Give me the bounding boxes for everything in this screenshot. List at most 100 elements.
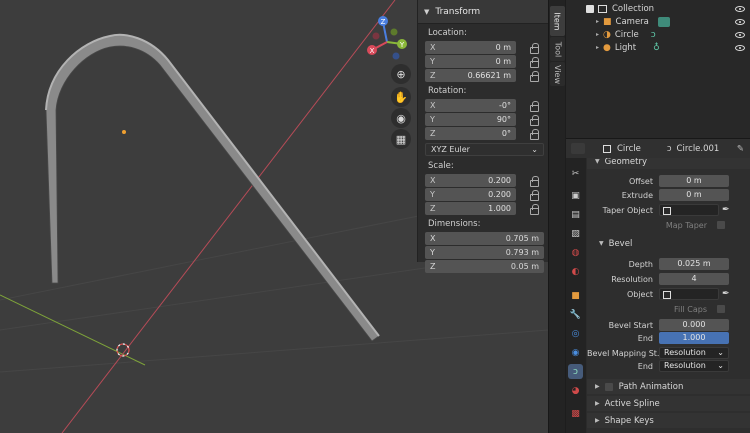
eyedropper-icon[interactable]: ✒ [722,204,732,216]
shape-keys-section-header[interactable]: ▶ Shape Keys [587,413,750,428]
object-name[interactable]: Circle [617,144,641,154]
material-tab-icon[interactable]: ◕ [568,383,583,398]
particles-tab-icon[interactable]: ◎ [568,326,583,341]
checkbox-icon[interactable] [586,4,594,13]
camera-icon: ■ [603,16,612,27]
gizmo-y-label: Y [399,41,405,49]
rotation-z-field[interactable]: Z 0° [425,127,516,140]
properties-tabs: ✂ ▣ ▤ ▨ ◍ ◐ ■ 🔧 ◎ ◉ ↄ ◕ ▩ [566,158,586,433]
pin-icon[interactable]: ✎ [737,144,744,154]
tab-tool[interactable]: Tool [550,37,565,61]
mapping-end-dropdown[interactable]: Resolution ⌄ [659,360,729,372]
output-tab-icon[interactable]: ▤ [568,207,583,222]
outliner: Collection ▸ ■ Camera ▸ ◑ Circle ↄ ▸ ● L… [566,0,750,138]
expand-triangle-icon[interactable]: ▸ [596,18,599,25]
expand-triangle-icon[interactable]: ▸ [596,44,599,51]
depth-field[interactable]: 0.025 m [659,258,729,270]
lock-icon[interactable] [529,128,539,140]
x-axis-line [61,0,396,433]
texture-tab-icon[interactable]: ▩ [568,406,583,421]
lock-icon[interactable] [529,100,539,112]
bevel-object-field[interactable] [659,288,719,300]
path-animation-section-header[interactable]: ▶ Path Animation [587,379,750,394]
expand-triangle-icon: ▶ [595,417,600,424]
mapping-end-row: End Resolution ⌄ [587,360,750,372]
curve-data-icon: ↄ [666,143,672,154]
curve-icon: ◑ [603,29,611,40]
fill-caps-checkbox[interactable] [717,305,725,313]
camera-view-icon[interactable]: ◉ [391,108,411,128]
3d-viewport[interactable]: Z Y X ⊕ ✋ ◉ ▦ ▼ Transform Location: X0 m… [0,0,548,433]
map-taper-checkbox[interactable] [717,221,725,229]
bevel-start-field[interactable]: 0.000 [659,319,729,331]
offset-field[interactable]: 0 m [659,175,729,187]
bevel-end-field[interactable]: 1.000 [659,332,729,344]
transform-header[interactable]: ▼ Transform [418,0,548,24]
lock-icon[interactable] [529,114,539,126]
modifier-tab-icon[interactable]: 🔧 [568,307,583,322]
gizmo-z-label: Z [381,18,386,26]
scale-y-field[interactable]: Y 0.200 [425,188,516,201]
rotation-y-field[interactable]: Y 90° [425,113,516,126]
properties-header: Circle ↄ Circle.001 ✎ [566,139,750,158]
dimension-z-field[interactable]: Z 0.05 m [425,260,544,273]
lock-icon[interactable] [529,175,539,187]
world-tab-icon[interactable]: ◐ [568,264,583,279]
dimension-y-field[interactable]: Y 0.793 m [425,246,544,259]
view-layer-tab-icon[interactable]: ▨ [568,226,583,241]
ortho-grid-icon[interactable]: ▦ [391,129,411,149]
zoom-icon[interactable]: ⊕ [391,64,411,84]
outliner-item-circle[interactable]: ▸ ◑ Circle ↄ [566,28,750,41]
data-name[interactable]: Circle.001 [677,144,720,154]
outliner-item-camera[interactable]: ▸ ■ Camera [566,15,750,28]
chevron-down-icon: ⌄ [531,145,538,154]
bevel-section-header[interactable]: ▼ Bevel [587,236,750,251]
render-tab-icon[interactable]: ▣ [568,188,583,203]
taper-object-field[interactable] [659,204,719,216]
eye-icon[interactable] [735,31,745,38]
tab-view[interactable]: View [550,62,565,86]
path-animation-checkbox[interactable] [604,382,613,391]
scale-label: Scale: [428,161,454,171]
rotation-x-field[interactable]: X -0° [425,99,516,112]
tool-tab-icon[interactable]: ✂ [568,166,583,181]
eye-icon[interactable] [735,5,745,12]
scene-tab-icon[interactable]: ◍ [568,245,583,260]
lock-icon[interactable] [529,42,539,54]
lock-icon[interactable] [529,189,539,201]
curve-data-tab-icon[interactable]: ↄ [568,364,583,379]
outliner-item-collection[interactable]: Collection [566,2,750,15]
gizmo-x-label: X [370,47,375,55]
location-y-field[interactable]: Y0 m [425,55,516,68]
pan-hand-icon[interactable]: ✋ [391,87,411,107]
collapse-triangle-icon: ▼ [424,7,430,16]
active-spline-section-header[interactable]: ▶ Active Spline [587,396,750,411]
lock-icon[interactable] [529,203,539,215]
scale-z-field[interactable]: Z 1.000 [425,202,516,215]
rotation-label: Rotation: [428,86,467,96]
eyedropper-icon[interactable]: ✒ [722,288,732,300]
expand-triangle-icon[interactable]: ▸ [596,31,599,38]
extrude-field[interactable]: 0 m [659,189,729,201]
lock-icon[interactable] [529,70,539,82]
resolution-field[interactable]: 4 [659,273,729,285]
eye-icon[interactable] [735,44,745,51]
navigation-gizmo[interactable]: Z Y X [362,14,412,64]
mapping-start-dropdown[interactable]: Resolution ⌄ [659,347,729,359]
outliner-item-light[interactable]: ▸ ● Light ♁ [566,41,750,54]
transform-title: Transform [435,6,481,17]
scale-x-field[interactable]: X 0.200 [425,174,516,187]
location-x-field[interactable]: X0 m [425,41,516,54]
eye-icon[interactable] [735,18,745,25]
location-z-field[interactable]: Z 0.66621 m [425,69,516,82]
lock-icon[interactable] [529,56,539,68]
rotation-mode-dropdown[interactable]: XYZ Euler ⌄ [425,143,544,156]
physics-tab-icon[interactable]: ◉ [568,345,583,360]
editor-type-icon[interactable] [571,143,585,154]
geometry-section-header[interactable]: ▼ Geometry [587,158,750,169]
dimension-x-field[interactable]: X 0.705 m [425,232,544,245]
expand-triangle-icon: ▶ [595,383,600,390]
tab-item[interactable]: Item [550,6,565,36]
object-tab-icon[interactable]: ■ [568,288,583,303]
chevron-down-icon: ⌄ [717,348,724,357]
